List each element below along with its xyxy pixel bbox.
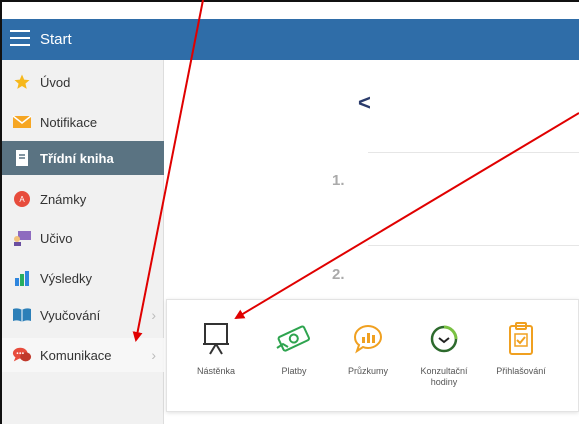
- sidebar-item-label: Vyučování: [40, 307, 101, 323]
- chevron-right-icon: ›: [151, 347, 156, 363]
- tile-pruzkumy[interactable]: Průzkumy: [333, 318, 403, 377]
- tile-label: Konzultační hodiny: [420, 366, 468, 387]
- divider: [368, 245, 579, 246]
- bar-chart-icon: [12, 268, 32, 288]
- sidebar-item-label: Komunikace: [40, 347, 112, 363]
- sidebar-item-label: Učivo: [40, 230, 73, 246]
- survey-icon: [333, 318, 403, 360]
- book-icon: [12, 305, 32, 325]
- sidebar-item-label: Notifikace: [40, 114, 98, 130]
- bulletin-board-icon: [181, 318, 251, 360]
- top-bar: Start: [2, 19, 579, 60]
- sidebar-item-uvod[interactable]: Úvod: [2, 65, 164, 99]
- sidebar-item-label: Výsledky: [40, 270, 93, 286]
- clipboard-check-icon: [486, 318, 556, 360]
- sidebar-item-label: Úvod: [40, 74, 71, 90]
- sidebar-item-ucivo[interactable]: Učivo: [2, 221, 164, 255]
- hamburger-icon[interactable]: [10, 30, 30, 48]
- tile-label: Nástěnka: [196, 366, 236, 376]
- chevron-right-icon: ›: [151, 307, 156, 323]
- tile-prihlasovani[interactable]: Přihlašování: [486, 318, 556, 377]
- sidebar-item-label: Třídní kniha: [40, 150, 114, 166]
- star-icon: [12, 72, 32, 92]
- tile-platby[interactable]: Platby: [259, 318, 329, 377]
- sidebar-item-vyucovani[interactable]: Vyučování ›: [2, 298, 164, 332]
- teacher-board-icon: [12, 228, 32, 248]
- divider: [368, 152, 579, 153]
- section-number: 2.: [332, 266, 345, 283]
- app-title: Start: [40, 31, 72, 48]
- sidebar: Úvod Notifikace Třídní kniha A Známky Uč…: [2, 60, 164, 424]
- money-icon: [259, 318, 329, 360]
- tile-konzultacni-hodiny[interactable]: Konzultační hodiny: [409, 318, 479, 388]
- grade-badge-icon: A: [12, 189, 32, 209]
- tile-label: Platby: [281, 366, 307, 376]
- svg-text:A: A: [19, 195, 25, 204]
- notebook-icon: [12, 148, 32, 168]
- chat-bubbles-icon: [12, 345, 32, 365]
- sidebar-item-tridni-kniha[interactable]: Třídní kniha: [2, 141, 164, 175]
- back-button[interactable]: <: [358, 90, 371, 116]
- sidebar-item-notifikace[interactable]: Notifikace: [2, 105, 164, 139]
- tile-label: Přihlašování: [496, 366, 546, 376]
- envelope-icon: [12, 112, 32, 132]
- section-number: 1.: [332, 172, 345, 189]
- sidebar-item-label: Známky: [40, 191, 87, 207]
- tile-label: Průzkumy: [347, 366, 388, 376]
- sidebar-item-znamky[interactable]: A Známky: [2, 182, 164, 216]
- clock-icon: [409, 318, 479, 360]
- sidebar-item-vysledky[interactable]: Výsledky: [2, 261, 164, 295]
- tile-nastenka[interactable]: Nástěnka: [181, 318, 251, 377]
- sidebar-item-komunikace[interactable]: Komunikace ›: [2, 338, 164, 372]
